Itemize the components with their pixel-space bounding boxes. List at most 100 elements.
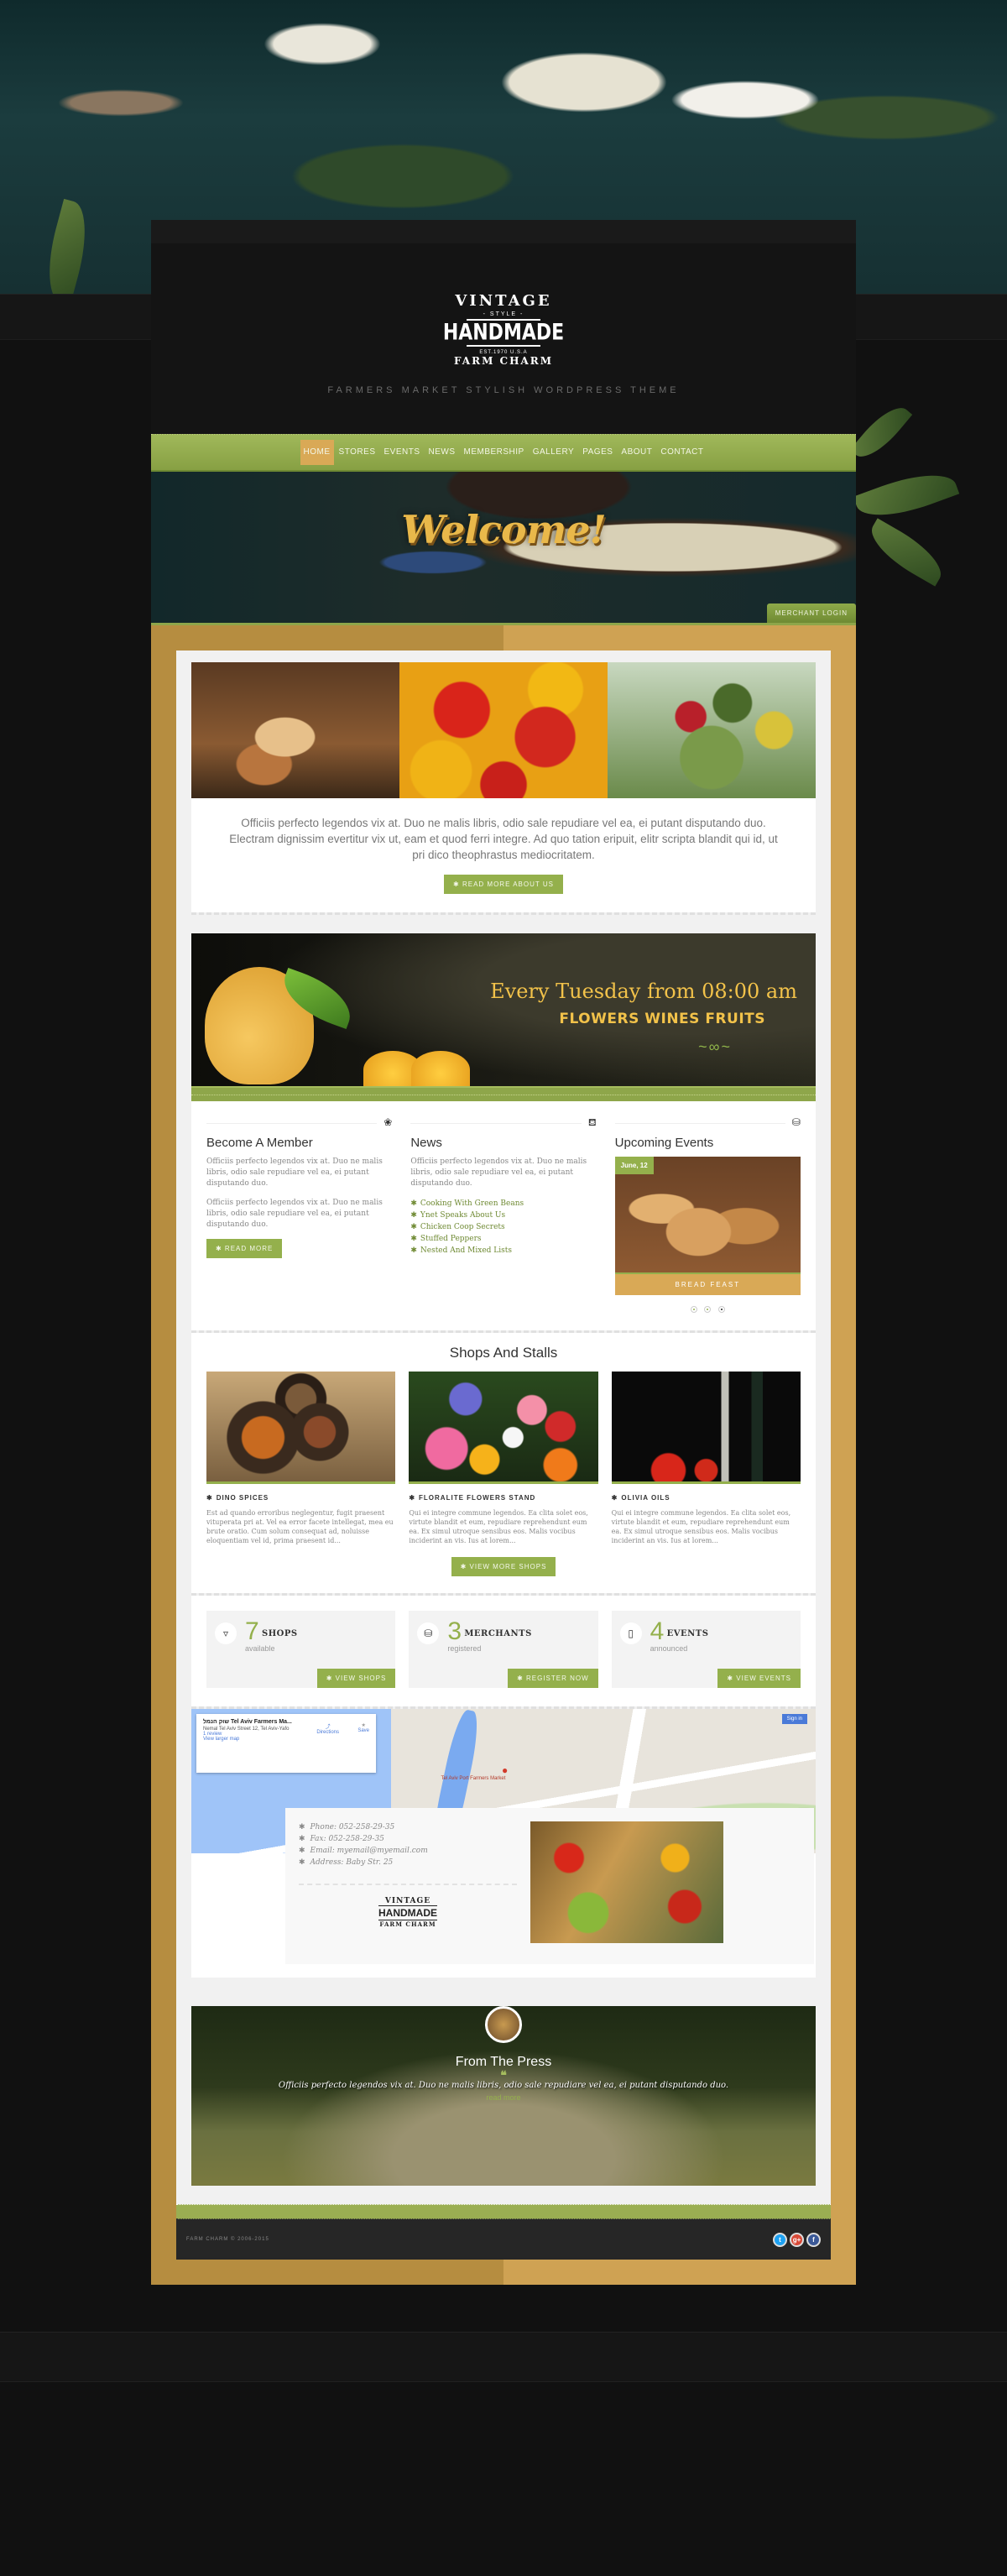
stat-merchants: ⛁ 3 MERCHANTS registered ✱ REGISTER NOW xyxy=(409,1611,598,1688)
contact-address: ✱ Address: Baby Str. 25 xyxy=(299,1857,517,1868)
shop-card: ✱ DINO SPICES Est ad quando erroribus neg… xyxy=(206,1372,396,1545)
page-bottom-band xyxy=(0,2332,1007,2382)
star-icon: ✱ xyxy=(410,1199,417,1208)
social-links: t g+ f xyxy=(773,2232,821,2247)
events-column: ⛁ Upcoming Events June, 12 BREAD FEAST xyxy=(614,1116,801,1317)
news-item[interactable]: ✱ Cooking With Green Beans xyxy=(410,1198,596,1210)
news-item[interactable]: ✱ Ynet Speaks About Us xyxy=(410,1210,596,1221)
shop-name-text: DINO SPICES xyxy=(216,1494,269,1502)
event-title[interactable]: BREAD FEAST xyxy=(614,1272,801,1295)
twitter-icon[interactable]: t xyxy=(773,2232,787,2247)
site-logo[interactable]: VINTAGE - STYLE - HANDMADE EST.1970 U.S.… xyxy=(443,292,564,367)
pot-icon: ⛾ xyxy=(587,1116,597,1128)
page-container: VINTAGE - STYLE - HANDMADE EST.1970 U.S.… xyxy=(151,220,856,2285)
member-text: Officiis perfecto legendos vix at. Duo n… xyxy=(206,1157,383,1188)
column-rule xyxy=(410,1123,582,1124)
bottle-icon: ▯ xyxy=(619,1622,642,1644)
carousel-dot[interactable] xyxy=(690,1306,697,1313)
star-icon: ✱ xyxy=(410,1235,417,1243)
news-item[interactable]: ✱ Chicken Coop Secrets xyxy=(410,1221,596,1233)
map-sign-in-button[interactable]: Sign in xyxy=(781,1714,807,1724)
facebook-icon[interactable]: f xyxy=(806,2232,821,2247)
logo-line-farm-charm: FARM CHARM xyxy=(453,355,553,367)
shop-name-text: OLIVIA OILS xyxy=(621,1494,670,1502)
press-quote: Officiis perfecto legendos vix at. Duo n… xyxy=(278,2081,729,2090)
news-link[interactable]: Chicken Coop Secrets xyxy=(420,1223,505,1231)
logo-line-handmade: HANDMADE xyxy=(442,320,565,346)
nav-item-news[interactable]: NEWS xyxy=(425,440,459,465)
shop-name[interactable]: ✱ DINO SPICES xyxy=(206,1494,395,1502)
nav-item-events[interactable]: EVENTS xyxy=(380,440,423,465)
oils-photo[interactable] xyxy=(611,1372,801,1484)
stat-label: MERCHANTS xyxy=(464,1629,532,1638)
welcome-banner: Welcome! MERCHANT LOGIN xyxy=(151,472,856,623)
member-text: Officiis perfecto legendos vix at. Duo n… xyxy=(206,1199,383,1229)
banner-schedule: Every Tuesday from 08:00 am xyxy=(490,980,797,1003)
press-read-more-link[interactable]: read more xyxy=(191,2093,816,2102)
view-events-button[interactable]: ✱ VIEW EVENTS xyxy=(717,1669,801,1688)
main-content: Officiis perfecto legendos vix at. Duo n… xyxy=(176,651,831,2260)
decorative-leaf xyxy=(849,398,913,467)
member-read-more-button[interactable]: ✱ READ MORE xyxy=(206,1239,283,1258)
contact-value: Phone: 052-258-29-35 xyxy=(310,1823,395,1831)
shop-description: Qui ei integre commune legendos. Ea clit… xyxy=(611,1509,791,1544)
pre-footer-spacer xyxy=(191,2186,816,2204)
carousel-dot[interactable] xyxy=(704,1306,712,1313)
press-avatar xyxy=(485,2006,522,2043)
view-shops-button[interactable]: ✱ VIEW SHOPS xyxy=(316,1669,396,1688)
nav-item-about[interactable]: ABOUT xyxy=(618,440,655,465)
map-place-card: שוק הנמל Tel Aviv Farmers Ma... Nemal Te… xyxy=(196,1714,376,1773)
contact-email[interactable]: ✱ Email: myemail@myemail.com xyxy=(299,1845,517,1857)
star-icon: ✱ xyxy=(299,1835,305,1843)
map-pin-icon[interactable]: ● xyxy=(502,1764,508,1776)
star-icon: ✱ xyxy=(410,1223,417,1231)
directions-button[interactable]: ⤴ Directions xyxy=(316,1722,339,1735)
map-place-title: שוק הנמל Tel Aviv Farmers Ma... xyxy=(203,1719,292,1725)
shops-section: Shops And Stalls ✱ DINO SPICES Est ad qua… xyxy=(191,1333,816,1593)
stat-label: EVENTS xyxy=(666,1629,709,1638)
banner-products: FLOWERS WINES FRUITS xyxy=(559,1011,765,1027)
shop-name[interactable]: ✱ OLIVIA OILS xyxy=(612,1494,801,1502)
copyright-text: FARM CHARM © 2006-2015 xyxy=(186,2237,269,2242)
nav-item-membership[interactable]: MEMBERSHIP xyxy=(461,440,528,465)
event-image[interactable]: June, 12 xyxy=(614,1157,801,1272)
view-more-shops-button[interactable]: ✱ VIEW MORE SHOPS xyxy=(451,1557,556,1576)
save-label: Save xyxy=(357,1728,369,1733)
star-icon: ✱ xyxy=(409,1494,416,1502)
news-link[interactable]: Nested And Mixed Lists xyxy=(420,1246,512,1255)
shop-name[interactable]: ✱ FLORALITE FLOWERS STAND xyxy=(409,1494,597,1502)
flowers-photo[interactable] xyxy=(409,1372,598,1484)
nav-item-stores[interactable]: STORES xyxy=(336,440,379,465)
contact-value: Fax: 052-258-29-35 xyxy=(310,1835,384,1843)
register-now-button[interactable]: ✱ REGISTER NOW xyxy=(508,1669,598,1688)
shop-name-text: FLORALITE FLOWERS STAND xyxy=(419,1494,536,1502)
press-section: From The Press ❝ Officiis perfecto legen… xyxy=(191,2006,816,2186)
star-icon: ✱ xyxy=(299,1858,305,1867)
news-item[interactable]: ✱ Stuffed Peppers xyxy=(410,1233,596,1245)
decorative-leaf xyxy=(853,462,960,529)
photo-strip xyxy=(191,662,816,798)
google-plus-icon[interactable]: g+ xyxy=(790,2232,804,2247)
nav-item-gallery[interactable]: GALLERY xyxy=(530,440,577,465)
nav-item-pages[interactable]: PAGES xyxy=(579,440,616,465)
shop-list: ✱ DINO SPICES Est ad quando erroribus neg… xyxy=(206,1372,801,1545)
news-link[interactable]: Cooking With Green Beans xyxy=(420,1199,524,1208)
welcome-title: Welcome! xyxy=(401,507,606,552)
save-button[interactable]: ★ Save xyxy=(357,1722,369,1733)
nav-item-home[interactable]: HOME xyxy=(300,440,334,465)
read-more-about-button[interactable]: ✱ READ MORE ABOUT US xyxy=(444,875,563,894)
view-larger-map-link[interactable]: View larger map xyxy=(203,1737,369,1742)
basket-icon: ▿ xyxy=(215,1622,237,1644)
news-link[interactable]: Ynet Speaks About Us xyxy=(420,1211,505,1220)
nav-item-contact[interactable]: CONTACT xyxy=(657,440,707,465)
carousel-dot-active[interactable] xyxy=(717,1306,725,1313)
stat-number: 4 xyxy=(650,1617,665,1645)
decorative-leaf xyxy=(862,518,951,587)
spices-photo[interactable] xyxy=(206,1372,396,1484)
news-link[interactable]: Stuffed Peppers xyxy=(420,1235,482,1243)
directions-label: Directions xyxy=(316,1730,339,1735)
merchant-login-button[interactable]: MERCHANT LOGIN xyxy=(766,604,856,623)
divider xyxy=(299,1884,517,1885)
market-photo xyxy=(530,1821,723,1943)
news-item[interactable]: ✱ Nested And Mixed Lists xyxy=(410,1245,596,1257)
